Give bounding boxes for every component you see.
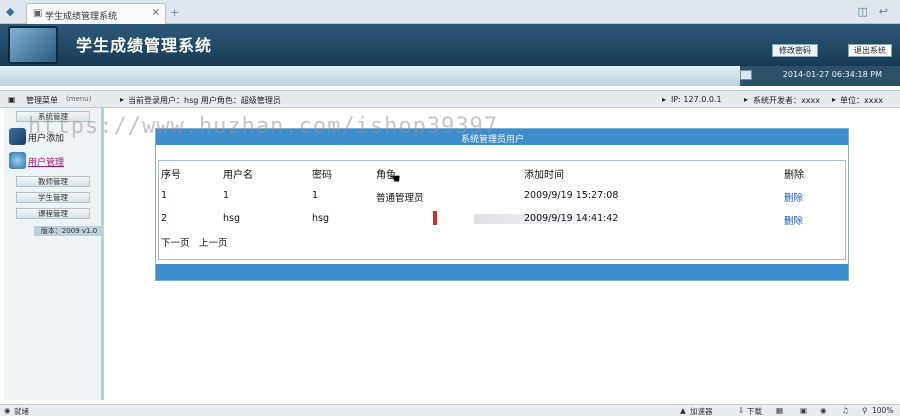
row-id: 2 [161, 213, 168, 224]
bullet-icon: ▸ [832, 95, 837, 104]
menu-sublabel: (menu) [66, 95, 92, 103]
red-mark [433, 211, 437, 225]
browser-tab[interactable]: ▣ 学生成绩管理系统 × [26, 3, 166, 24]
watermark-text: https://www.huzhan.com/ishop39397 [28, 114, 499, 139]
sidebar-item-teacher[interactable]: 教师管理 [16, 176, 90, 187]
delete-link[interactable]: 删除 [784, 190, 803, 204]
user-manage-icon[interactable] [9, 152, 26, 169]
tool-icon[interactable]: ▦ [776, 406, 783, 415]
browser-logo-icon[interactable]: ◆ [6, 5, 20, 19]
column-header-username: 用户名 [223, 170, 253, 181]
row-role: 普通管理员 [376, 193, 424, 204]
user-table [158, 160, 846, 260]
zoom-icon[interactable]: ⚲ [862, 406, 868, 415]
page-icon: ▣ [33, 8, 43, 19]
back-arrow-icon[interactable]: ↩ [879, 5, 888, 18]
browser-tab-title: 学生成绩管理系统 [45, 12, 118, 22]
header-substrip: 2014-01-27 06:34:18 PM [0, 66, 900, 86]
mouse-cursor-icon: ☚ [389, 172, 401, 187]
menu-label: 管理菜单 [26, 96, 58, 105]
new-tab-icon[interactable]: + [170, 6, 179, 19]
row-time: 2009/9/19 15:27:08 [524, 190, 619, 201]
column-header-password: 密码 [312, 170, 332, 181]
row-id: 1 [161, 190, 168, 201]
status-icon: ◉ [4, 406, 11, 415]
version-label: 版本：2009 v1.0 [34, 226, 104, 236]
column-header-id: 序号 [161, 170, 181, 181]
change-password-button[interactable]: 修改密码 [772, 44, 818, 57]
sound-icon[interactable]: ♫ [842, 406, 849, 415]
calendar-icon [740, 70, 752, 80]
menu-icon: ▣ [8, 95, 16, 104]
info-bar: ▣ 管理菜单 (menu) ▸ 当前登录用户：hsg 用户角色：超级管理员 ▸ … [0, 90, 900, 108]
prev-page-link[interactable]: 上一页 [199, 235, 228, 249]
app-title: 学生成绩管理系统 [76, 36, 213, 55]
close-tab-icon[interactable]: × [152, 7, 160, 18]
window-icon[interactable]: ◫ [858, 5, 868, 18]
zoom-level[interactable]: 100% [872, 406, 893, 415]
browser-tab-bar: ◆ ▣ 学生成绩管理系统 × + ◫ ↩ [0, 0, 900, 24]
sidebar-item-course[interactable]: 课程管理 [16, 208, 90, 219]
monitor-icon [8, 26, 58, 64]
column-header-time: 添加时间 [524, 170, 564, 181]
row-password: 1 [312, 190, 319, 201]
bullet-icon: ▸ [120, 95, 125, 104]
next-page-link[interactable]: 下一页 [161, 235, 190, 249]
sidebar-item-student[interactable]: 学生管理 [16, 192, 90, 203]
row-username: 1 [223, 190, 230, 201]
sidebar: 系统管理 用户添加 用户管理 教师管理 学生管理 课程管理 版本：2009 v1… [4, 108, 104, 400]
row-password: hsg [312, 213, 330, 224]
accelerator-icon[interactable]: ▲ [680, 406, 686, 415]
accelerator-label[interactable]: 加速器 [690, 406, 713, 417]
download-label[interactable]: 下载 [747, 406, 762, 417]
bullet-icon: ▸ [662, 95, 667, 104]
current-user-info: 当前登录用户：hsg 用户角色：超级管理员 [128, 96, 281, 105]
bullet-icon: ▸ [744, 95, 749, 104]
tool-icon[interactable]: ◉ [820, 406, 827, 415]
panel-footer [156, 264, 848, 280]
row-time: 2009/9/19 14:41:42 [524, 213, 619, 224]
row-username: hsg [223, 213, 241, 224]
developer-info: 系统开发者：xxxx [753, 96, 820, 105]
user-list-panel: 系统管理员用户 序号 用户名 密码 角色 添加时间 删除 1 1 1 普通管理员… [155, 128, 849, 281]
datetime-display: 2014-01-27 06:34:18 PM [782, 70, 882, 79]
sidebar-item-user-manage[interactable]: 用户管理 [28, 155, 64, 168]
app-header: 学生成绩管理系统 修改密码 退出系统 [0, 24, 900, 66]
logout-button[interactable]: 退出系统 [848, 44, 892, 57]
unit-info: 单位：xxxx [840, 96, 883, 105]
tool-icon[interactable]: ▣ [800, 406, 807, 415]
status-text: 就绪 [14, 407, 29, 416]
user-add-icon[interactable] [9, 128, 26, 145]
delete-link[interactable]: 删除 [784, 213, 803, 227]
download-icon[interactable]: ⇩ [738, 406, 744, 415]
status-bar: ◉ 就绪 ▲ 加速器 ⇩ 下载 ▦ ▣ ◉ ♫ ⚲ 100% [0, 404, 900, 416]
column-header-delete: 删除 [784, 170, 804, 181]
ip-info: IP: 127.0.0.1 [671, 95, 722, 104]
